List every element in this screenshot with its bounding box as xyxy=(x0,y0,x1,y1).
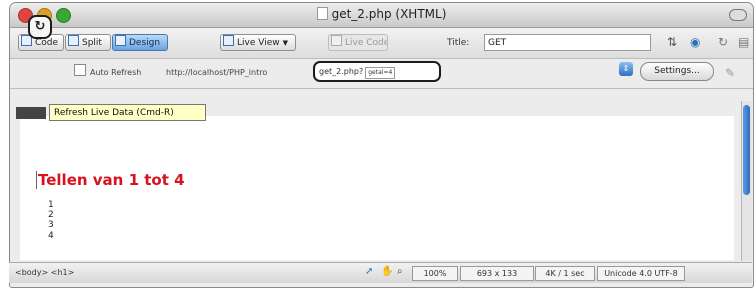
zoom-tool-icon[interactable]: ⌕ xyxy=(397,266,403,277)
list-item: 3 xyxy=(48,220,54,230)
download-time: 4K / 1 sec xyxy=(535,266,595,281)
action-icon[interactable]: ✎ xyxy=(725,66,735,80)
live-view-icon xyxy=(223,35,234,46)
list-item: 4 xyxy=(48,231,54,241)
toolbar-toggle-button[interactable] xyxy=(729,9,747,21)
url-param: getal=4 xyxy=(365,67,396,79)
auto-refresh-checkbox[interactable] xyxy=(74,64,86,76)
live-code-icon xyxy=(331,35,342,46)
preview-globe-icon[interactable]: ◉ xyxy=(690,35,700,49)
window-title-area: get_2.php (XHTML) xyxy=(10,7,753,21)
encoding-display: Unicode 4.0 UTF-8 xyxy=(597,266,685,281)
window-title: get_2.php (XHTML) xyxy=(331,7,447,21)
hand-tool-icon[interactable]: ✋ xyxy=(381,266,393,277)
status-bar: <body> <h1> ➚ ✋ ⌕ 100% 693 x 133 4K / 1 … xyxy=(9,262,752,283)
live-code-button[interactable]: Live Code xyxy=(328,34,388,51)
chevron-down-icon: ▼ xyxy=(282,39,288,47)
view-options-icon[interactable]: ▤ xyxy=(738,35,749,49)
split-icon xyxy=(68,35,79,46)
refresh-icon: ↻ xyxy=(34,19,46,34)
document-icon xyxy=(316,7,328,20)
design-icon xyxy=(115,35,126,46)
file-management-icon[interactable]: ⇅ xyxy=(667,35,677,49)
vertical-scrollbar[interactable] xyxy=(741,101,752,261)
design-view-button[interactable]: Design xyxy=(112,34,168,51)
select-tool-icon[interactable]: ➚ xyxy=(365,266,373,277)
auto-refresh-label: Auto Refresh xyxy=(90,68,142,77)
title-label: Title: xyxy=(447,38,470,48)
live-view-button[interactable]: Live View ▼ xyxy=(220,34,296,51)
refresh-live-data-button[interactable]: ↻ xyxy=(28,15,52,39)
list-item: 2 xyxy=(48,210,54,220)
split-view-button[interactable]: Split xyxy=(65,34,111,51)
document-toolbar: Code Split Design Live View ▼ Live Code T… xyxy=(10,28,753,59)
zoom-select[interactable]: 100% xyxy=(412,266,458,281)
settings-button[interactable]: Settings... xyxy=(640,62,714,81)
title-bar[interactable]: get_2.php (XHTML) xyxy=(10,3,753,28)
list-item: 1 xyxy=(48,200,54,210)
page-heading[interactable]: Tellen van 1 tot 4 xyxy=(36,171,185,189)
refresh-design-icon[interactable]: ↻ xyxy=(718,35,728,49)
stepper-icon[interactable]: ⇕ xyxy=(619,62,633,76)
tag-selector[interactable]: <body> <h1> xyxy=(15,268,74,277)
scrollbar-thumb[interactable] xyxy=(743,105,750,195)
url-prefix-text: http://localhost/PHP_intro xyxy=(166,68,268,77)
window-size-select[interactable]: 693 x 133 xyxy=(460,266,534,281)
url-field[interactable]: get_2.php? getal=4 xyxy=(313,61,441,82)
tooltip: Refresh Live Data (Cmd-R) xyxy=(49,104,206,121)
live-indicator xyxy=(16,107,46,119)
page-title-field[interactable]: GET xyxy=(484,34,651,51)
